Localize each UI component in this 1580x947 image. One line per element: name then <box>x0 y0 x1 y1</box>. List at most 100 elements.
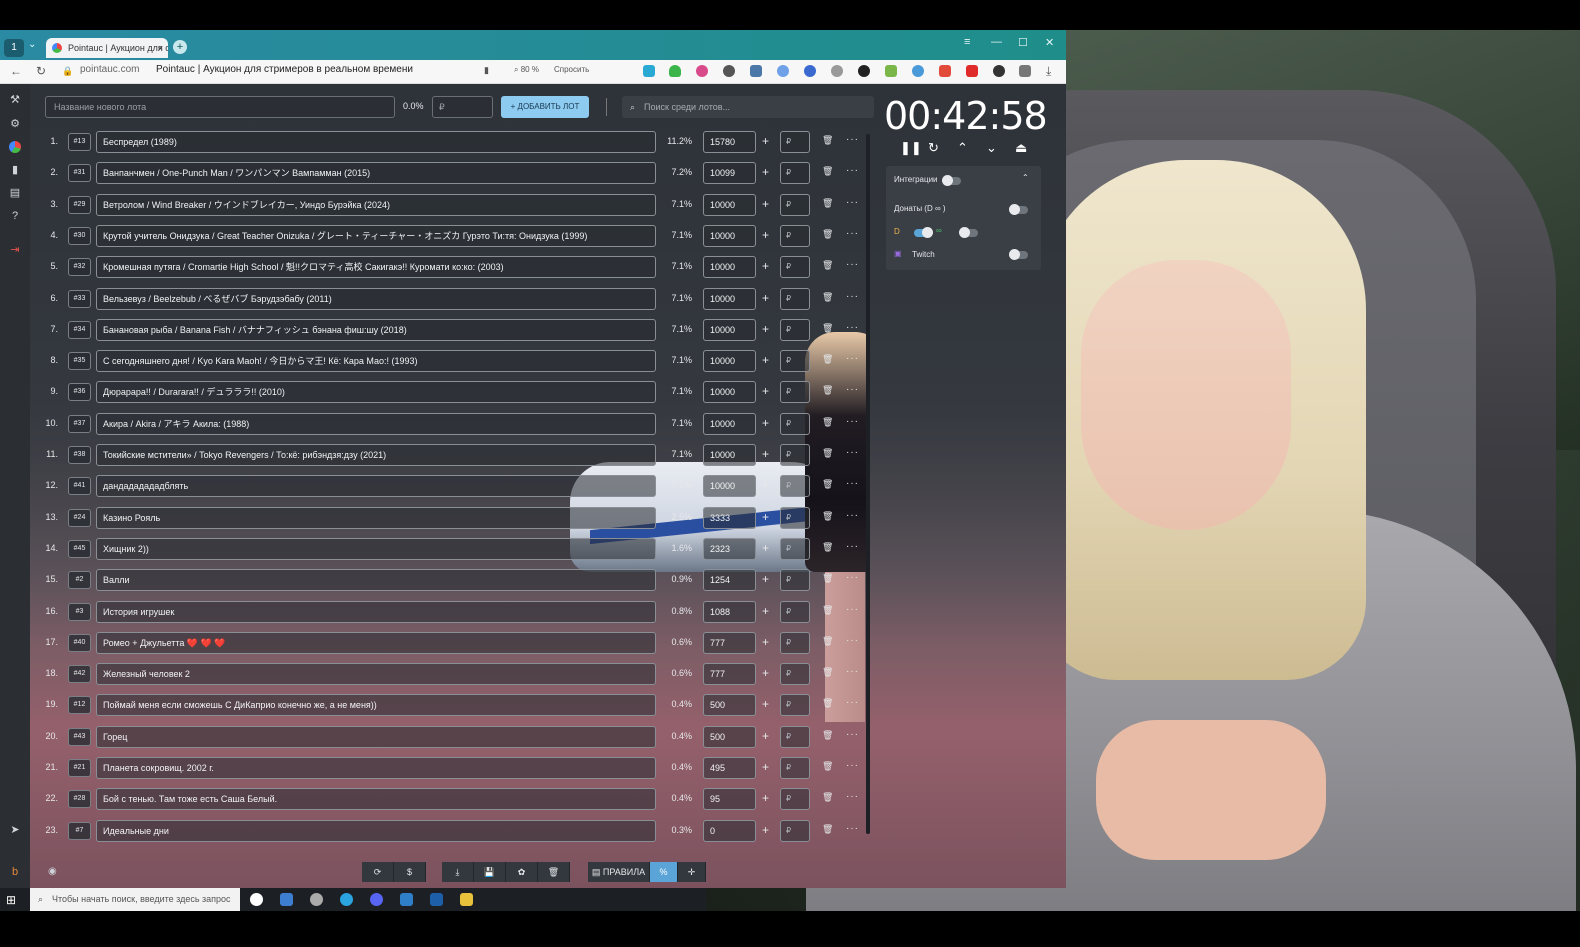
lot-name-input[interactable]: Планета сокровищ. 2002 г. <box>96 757 656 779</box>
telegram-icon[interactable] <box>340 893 353 906</box>
lot-id-badge[interactable]: #33 <box>68 289 91 308</box>
lot-name-input[interactable]: Железный человек 2 <box>96 663 656 686</box>
trash-icon[interactable]: 🗑 <box>822 417 833 428</box>
boosty-icon[interactable]: b <box>9 866 21 878</box>
lot-name-input[interactable]: дандададададблять <box>96 475 656 498</box>
lot-add-input[interactable]: ₽ <box>780 412 810 435</box>
lot-add-input[interactable]: ₽ <box>780 631 810 654</box>
more-icon[interactable]: ··· <box>846 729 859 740</box>
lot-id-badge[interactable]: #2 <box>68 571 91 590</box>
extension-icon[interactable] <box>696 65 708 77</box>
lot-add-input[interactable]: ₽ <box>780 475 810 498</box>
add-amount-icon[interactable]: + <box>762 353 769 367</box>
more-icon[interactable]: ··· <box>846 447 859 458</box>
trash-icon[interactable]: 🗑 <box>822 135 833 146</box>
add-amount-icon[interactable]: + <box>762 197 769 211</box>
lot-id-badge[interactable]: #43 <box>68 727 91 746</box>
wheel-icon[interactable] <box>9 141 21 153</box>
lot-name-input[interactable]: Валли <box>96 569 656 592</box>
lot-amount-input[interactable]: 777 <box>703 631 756 654</box>
trash-icon[interactable]: 🗑 <box>822 385 833 396</box>
pause-icon[interactable]: ❚❚ <box>900 140 922 156</box>
clipboard-icon[interactable]: ▤ <box>9 187 21 199</box>
more-icon[interactable]: ··· <box>846 416 859 427</box>
new-lot-input[interactable]: Название нового лота <box>45 96 395 118</box>
lot-id-badge[interactable]: #29 <box>68 195 91 214</box>
trash-icon[interactable]: 🗑 <box>822 198 833 209</box>
lot-name-input[interactable]: Ванпанчмен / One-Punch Man / ワンパンマン Вамп… <box>96 162 656 185</box>
lot-add-input[interactable]: ₽ <box>780 537 810 560</box>
extension-icon[interactable] <box>885 65 897 77</box>
lot-id-badge[interactable]: #13 <box>68 133 91 151</box>
download-lots-icon[interactable]: ⤓ <box>442 862 474 882</box>
lot-name-input[interactable]: Идеальные дни <box>96 819 656 842</box>
lot-add-input[interactable]: ₽ <box>780 600 810 623</box>
lot-id-badge[interactable]: #38 <box>68 446 91 464</box>
more-icon[interactable]: ··· <box>846 228 859 239</box>
lot-id-badge[interactable]: #45 <box>68 539 91 558</box>
more-icon[interactable]: ··· <box>846 510 859 521</box>
eye-icon[interactable]: ◉ <box>48 866 57 877</box>
app-icon[interactable] <box>400 893 413 906</box>
lot-name-input[interactable]: Банановая рыба / Banana Fish / バナナフィッシュ … <box>96 318 656 341</box>
search-input[interactable]: ⌕ Поиск среди лотов... <box>622 96 874 118</box>
trash-icon[interactable]: 🗑 <box>822 354 833 365</box>
yandex-browser-icon[interactable] <box>250 893 263 906</box>
trash-icon[interactable]: 🗑 <box>822 479 833 490</box>
lot-name-input[interactable]: Ветролом / Wind Breaker / ウインドブレイカー, Уин… <box>96 193 656 216</box>
lot-amount-input[interactable]: 777 <box>703 663 756 686</box>
lot-id-badge[interactable]: #36 <box>68 383 91 402</box>
lot-add-input[interactable]: ₽ <box>780 350 810 373</box>
close-window-icon[interactable]: ✕ <box>1045 36 1054 49</box>
add-amount-icon[interactable]: + <box>762 572 769 586</box>
add-lot-button[interactable]: + ДОБАВИТЬ ЛОТ <box>501 96 589 118</box>
lot-id-badge[interactable]: #42 <box>68 665 91 684</box>
trash-icon[interactable]: 🗑 <box>822 511 833 522</box>
add-amount-icon[interactable]: + <box>762 259 769 273</box>
back-icon[interactable]: ← <box>10 64 22 78</box>
lot-add-input[interactable]: ₽ <box>780 694 810 717</box>
rules-button[interactable]: ▤ ПРАВИЛА <box>588 862 650 882</box>
tab-pointauc[interactable]: Pointauc | Аукцион для с × <box>46 38 168 58</box>
more-icon[interactable]: ··· <box>846 823 859 834</box>
eject-icon[interactable]: ⏏ <box>1015 140 1027 156</box>
discord-icon[interactable] <box>370 893 383 906</box>
lot-name-input[interactable]: Крутой учитель Онидзука / Great Teacher … <box>96 224 656 247</box>
add-amount-icon[interactable]: + <box>762 604 769 618</box>
add-amount-icon[interactable]: + <box>762 228 769 242</box>
new-lot-price-input[interactable]: ₽ <box>432 96 493 118</box>
lot-name-input[interactable]: Поймай меня если сможешь С ДиКаприо коне… <box>96 694 656 717</box>
lot-id-badge[interactable]: #31 <box>68 164 91 183</box>
add-amount-icon[interactable]: + <box>762 635 769 649</box>
lot-amount-input[interactable]: 10000 <box>703 318 756 341</box>
lot-name-input[interactable]: С сегодняшнего дня! / Kyo Kara Maoh! / 今… <box>96 350 656 373</box>
lot-id-badge[interactable]: #28 <box>68 790 91 809</box>
steam-icon[interactable] <box>280 893 293 906</box>
app-icon[interactable] <box>460 893 473 906</box>
extension-icon[interactable] <box>804 65 816 77</box>
obs-icon[interactable] <box>310 893 323 906</box>
clean-icon[interactable]: ✿ <box>506 862 538 882</box>
lot-add-input[interactable]: ₽ <box>780 318 810 341</box>
github-icon[interactable]: ⟳ <box>362 862 394 882</box>
percent-toggle[interactable]: % <box>650 862 678 882</box>
taskbar-search-input[interactable]: ⌕ Чтобы начать поиск, введите здесь запр… <box>30 888 240 911</box>
reset-icon[interactable]: ↻ <box>928 140 939 156</box>
add-amount-icon[interactable]: + <box>762 510 769 524</box>
donate-icon[interactable]: $ <box>394 862 426 882</box>
logout-icon[interactable]: ⇥ <box>9 244 21 256</box>
workspace-button[interactable]: 1 <box>4 39 24 57</box>
download-icon[interactable]: ⤓ <box>1046 64 1051 79</box>
lot-name-input[interactable]: Акира / Akira / アキラ Акила: (1988) <box>96 412 656 435</box>
menu-icon[interactable]: ≡ <box>964 36 970 48</box>
extension-icon[interactable] <box>939 65 951 77</box>
trash-icon[interactable]: 🗑 <box>822 573 833 584</box>
stats-icon[interactable]: ▮ <box>9 164 21 176</box>
time-down-icon[interactable]: ⌄ <box>986 140 997 156</box>
more-icon[interactable]: ··· <box>846 384 859 395</box>
trash-icon[interactable]: 🗑 <box>822 730 833 741</box>
lot-id-badge[interactable]: #24 <box>68 508 91 527</box>
close-icon[interactable]: × <box>158 38 163 58</box>
lot-amount-input[interactable]: 10000 <box>703 444 756 466</box>
more-icon[interactable]: ··· <box>846 697 859 708</box>
